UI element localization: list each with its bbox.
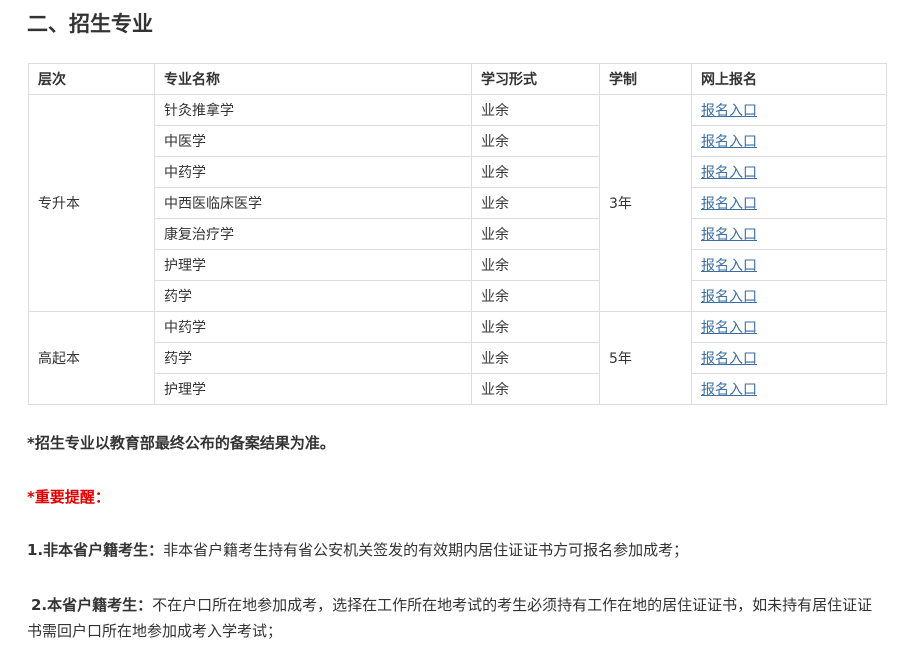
register-cell: 报名入口 [691, 218, 887, 250]
major-cell: 护理学 [154, 373, 472, 405]
table-header-row: 层次 专业名称 学习形式 学制 网上报名 [28, 63, 887, 95]
register-cell: 报名入口 [691, 187, 887, 219]
page: 二、招生专业 层次 专业名称 学习形式 学制 网上报名 专升本 针灸推拿学 业余… [0, 0, 898, 652]
table-row: 药学 业余 报名入口 [29, 342, 887, 374]
mode-cell: 业余 [471, 249, 600, 281]
major-cell: 中药学 [154, 311, 472, 343]
register-cell: 报名入口 [691, 280, 887, 312]
header-mode: 学习形式 [471, 63, 600, 95]
table-row: 中药学 业余 报名入口 [29, 156, 887, 188]
major-cell: 针灸推拿学 [154, 94, 472, 126]
notice-item-2-label: 2.本省户籍考生： [31, 596, 153, 614]
disclaimer-note: *招生专业以教育部最终公布的备案结果为准。 [27, 434, 335, 452]
major-cell: 护理学 [154, 249, 472, 281]
table-row: 康复治疗学 业余 报名入口 [29, 218, 887, 250]
register-link[interactable]: 报名入口 [701, 227, 757, 243]
duration-cell: 5年 [599, 311, 692, 405]
notice-item-1-text: 非本省户籍考生持有省公安机关签发的有效期内居住证证书方可报名参加成考； [163, 541, 689, 559]
register-cell: 报名入口 [691, 156, 887, 188]
major-cell: 康复治疗学 [154, 218, 472, 250]
table-row: 专升本 针灸推拿学 业余 3年 报名入口 [28, 94, 887, 312]
duration-cell: 3年 [599, 94, 692, 312]
notice-item-1: 1.非本省户籍考生：非本省户籍考生持有省公安机关签发的有效期内居住证证书方可报名… [27, 537, 885, 563]
level-cell: 高起本 [28, 311, 155, 405]
table-row: 中医学 业余 报名入口 [29, 125, 887, 157]
level-cell: 专升本 [28, 94, 155, 312]
mode-cell: 业余 [471, 342, 600, 374]
register-link[interactable]: 报名入口 [701, 258, 757, 274]
notice-item-2: 2.本省户籍考生：不在户口所在地参加成考，选择在工作所在地考试的考生必须持有工作… [27, 592, 885, 644]
table-row: 药学 业余 报名入口 [29, 280, 887, 312]
register-link[interactable]: 报名入口 [701, 134, 757, 150]
register-cell: 报名入口 [691, 94, 887, 126]
register-cell: 报名入口 [691, 373, 887, 405]
register-cell: 报名入口 [691, 342, 887, 374]
register-link[interactable]: 报名入口 [701, 165, 757, 181]
register-link[interactable]: 报名入口 [701, 351, 757, 367]
header-register: 网上报名 [691, 63, 887, 95]
major-cell: 中医学 [154, 125, 472, 157]
mode-cell: 业余 [471, 280, 600, 312]
table-row: 中西医临床医学 业余 报名入口 [29, 187, 887, 219]
header-level: 层次 [28, 63, 155, 95]
header-duration: 学制 [599, 63, 692, 95]
register-cell: 报名入口 [691, 125, 887, 157]
important-heading: *重要提醒： [27, 488, 110, 506]
register-cell: 报名入口 [691, 249, 887, 281]
table-row: 高起本 中药学 业余 5年 报名入口 [28, 311, 887, 405]
notice-item-2-text: 不在户口所在地参加成考，选择在工作所在地考试的考生必须持有工作在地的居住证证书，… [27, 596, 873, 640]
major-cell: 药学 [154, 342, 472, 374]
header-major: 专业名称 [154, 63, 472, 95]
mode-cell: 业余 [471, 156, 600, 188]
register-link[interactable]: 报名入口 [701, 382, 757, 398]
register-link[interactable]: 报名入口 [701, 289, 757, 305]
mode-cell: 业余 [471, 125, 600, 157]
section-title: 二、招生专业 [27, 12, 153, 36]
register-link[interactable]: 报名入口 [701, 196, 757, 212]
mode-cell: 业余 [471, 187, 600, 219]
major-cell: 药学 [154, 280, 472, 312]
register-cell: 报名入口 [691, 311, 887, 343]
mode-cell: 业余 [471, 218, 600, 250]
notice-item-1-label: 1.非本省户籍考生： [27, 541, 164, 559]
mode-cell: 业余 [471, 373, 600, 405]
register-link[interactable]: 报名入口 [701, 103, 757, 119]
mode-cell: 业余 [471, 94, 600, 126]
major-cell: 中药学 [154, 156, 472, 188]
register-link[interactable]: 报名入口 [701, 320, 757, 336]
major-cell: 中西医临床医学 [154, 187, 472, 219]
majors-table: 层次 专业名称 学习形式 学制 网上报名 专升本 针灸推拿学 业余 3年 报名入… [28, 63, 887, 405]
mode-cell: 业余 [471, 311, 600, 343]
table-row: 护理学 业余 报名入口 [29, 373, 887, 405]
table-row: 护理学 业余 报名入口 [29, 249, 887, 281]
